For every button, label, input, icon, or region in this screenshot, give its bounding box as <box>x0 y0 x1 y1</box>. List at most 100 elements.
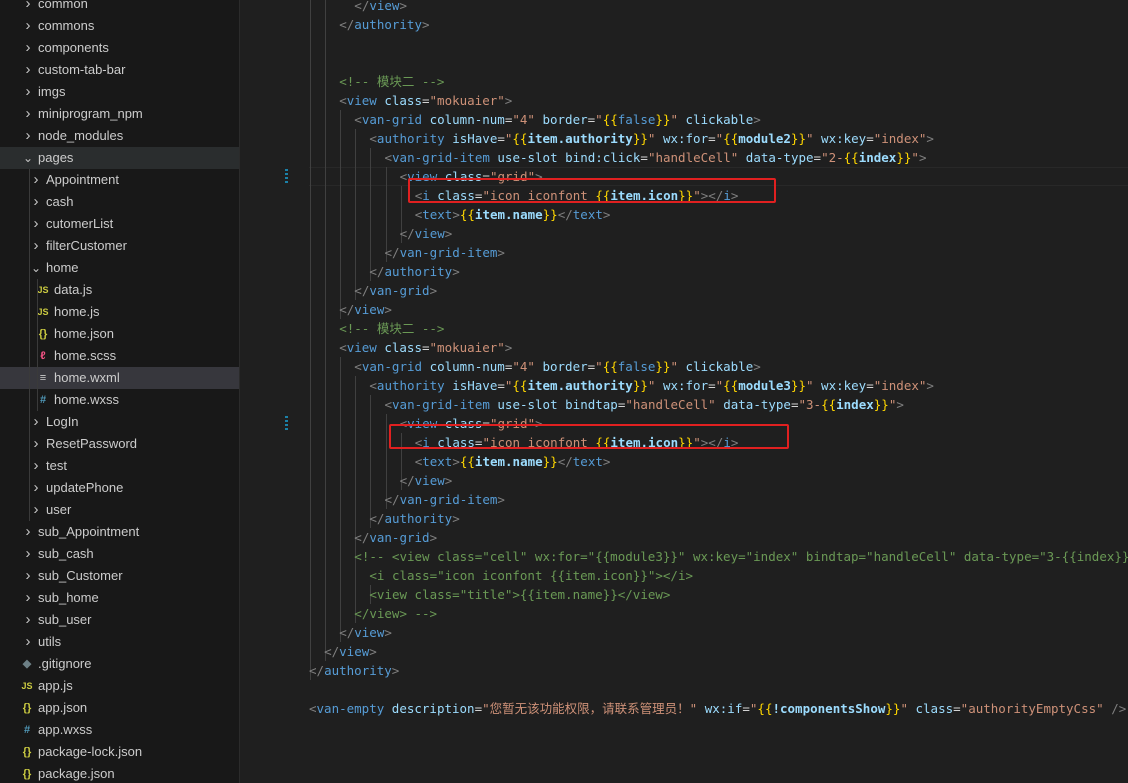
json-file-icon: {} <box>22 768 32 780</box>
tree-item-cash[interactable]: › cash <box>0 191 239 213</box>
tree-item-updatephone[interactable]: › updatePhone <box>0 477 239 499</box>
chevron-right-icon[interactable]: › <box>29 499 43 521</box>
chevron-right-icon[interactable]: › <box>21 609 35 631</box>
chevron-right-icon[interactable]: › <box>29 477 43 499</box>
tree-item-sub-customer[interactable]: › sub_Customer <box>0 565 239 587</box>
tree-item-node-modules[interactable]: › node_modules <box>0 125 239 147</box>
chevron-right-icon[interactable]: › <box>21 521 35 543</box>
tree-item-pages[interactable]: ⌄ pages <box>0 147 239 169</box>
tree-item-appointment[interactable]: › Appointment <box>0 169 239 191</box>
code-line[interactable]: </authority> <box>339 15 429 34</box>
tree-item-miniprogram-npm[interactable]: › miniprogram_npm <box>0 103 239 125</box>
code-line[interactable]: </view> <box>339 623 392 642</box>
code-line[interactable]: <van-grid-item use-slot bind:click="hand… <box>385 148 927 167</box>
chevron-right-icon[interactable]: › <box>21 587 35 609</box>
tree-item-package-json[interactable]: {} package.json <box>0 763 239 783</box>
chevron-right-icon[interactable]: › <box>21 0 35 15</box>
code-line[interactable]: </view> --> <box>354 604 437 623</box>
code-line[interactable]: <van-empty description="您暂无该功能权限，请联系管理员！… <box>309 699 1126 718</box>
tree-item-app-js[interactable]: JS app.js <box>0 675 239 697</box>
chevron-right-icon[interactable]: › <box>21 543 35 565</box>
code-line[interactable]: </view> <box>354 0 407 15</box>
tree-item-sub-appointment[interactable]: › sub_Appointment <box>0 521 239 543</box>
code-line[interactable]: </van-grid> <box>354 528 437 547</box>
chevron-right-icon[interactable]: › <box>29 411 43 433</box>
code-token: " <box>670 359 678 374</box>
chevron-right-icon[interactable]: › <box>21 103 35 125</box>
chevron-right-icon[interactable]: › <box>21 125 35 147</box>
tree-item-sub-cash[interactable]: › sub_cash <box>0 543 239 565</box>
chevron-right-icon[interactable]: › <box>29 455 43 477</box>
chevron-right-icon[interactable]: › <box>21 565 35 587</box>
chevron-down-icon[interactable]: ⌄ <box>21 147 35 169</box>
code-line[interactable]: </authority> <box>369 262 459 281</box>
chevron-right-icon[interactable]: › <box>29 191 43 213</box>
tree-item-custom-tab-bar[interactable]: › custom-tab-bar <box>0 59 239 81</box>
tree-item-sub-home[interactable]: › sub_home <box>0 587 239 609</box>
code-line[interactable]: <text>{{item.name}}</text> <box>415 452 611 471</box>
tree-item-common[interactable]: › common <box>0 0 239 15</box>
chevron-right-icon[interactable]: › <box>21 15 35 37</box>
chevron-right-icon[interactable]: › <box>29 169 43 191</box>
tree-item-app-json[interactable]: {} app.json <box>0 697 239 719</box>
tree-item-login[interactable]: › LogIn <box>0 411 239 433</box>
tree-item-gitignore[interactable]: ◆ .gitignore <box>0 653 239 675</box>
tree-item-home[interactable]: ⌄ home <box>0 257 239 279</box>
code-line[interactable]: </view> <box>400 224 453 243</box>
tree-item-components[interactable]: › components <box>0 37 239 59</box>
code-token: }} <box>632 378 648 393</box>
code-token: index <box>858 150 897 165</box>
code-line[interactable]: <i class="icon iconfont {{item.icon}}"><… <box>369 566 693 585</box>
tree-item-imgs[interactable]: › imgs <box>0 81 239 103</box>
code-line[interactable]: <van-grid-item use-slot bindtap="handleC… <box>385 395 904 414</box>
chevron-right-icon[interactable]: › <box>21 631 35 653</box>
tree-item-home-wxml[interactable]: ≡ home.wxml <box>0 367 239 389</box>
tree-item-package-lock-json[interactable]: {} package-lock.json <box>0 741 239 763</box>
code-token: data-type <box>723 397 791 412</box>
code-line[interactable]: <!-- 模块二 --> <box>339 72 444 91</box>
code-line[interactable]: <!-- <view class="cell" wx:for="{{module… <box>354 547 1128 566</box>
chevron-right-icon[interactable]: › <box>21 37 35 59</box>
code-editor[interactable]: </view> </authority> <!-- 模块二 --> <view cla… <box>240 0 1128 783</box>
code-line[interactable]: <view class="mokuaier"> <box>339 338 512 357</box>
line-number <box>240 186 282 205</box>
code-line[interactable]: <text>{{item.name}}</text> <box>415 205 611 224</box>
chevron-right-icon[interactable]: › <box>21 81 35 103</box>
chevron-down-icon[interactable]: ⌄ <box>29 257 43 279</box>
tree-item-app-wxss[interactable]: # app.wxss <box>0 719 239 741</box>
tree-item-data-js[interactable]: JS data.js <box>0 279 239 301</box>
code-token: <view class="title">{{item.name}}</view> <box>369 587 671 602</box>
code-line[interactable]: </van-grid> <box>354 281 437 300</box>
tree-item-home-wxss[interactable]: # home.wxss <box>0 389 239 411</box>
tree-item-utils[interactable]: › utils <box>0 631 239 653</box>
code-line[interactable]: <!-- 模块二 --> <box>339 319 444 338</box>
code-line[interactable]: </view> <box>324 642 377 661</box>
tree-item-home-scss[interactable]: ℓ home.scss <box>0 345 239 367</box>
chevron-right-icon[interactable]: › <box>29 213 43 235</box>
tree-item-home-js[interactable]: JS home.js <box>0 301 239 323</box>
code-line[interactable]: <authority isHave="{{item.authority}}" w… <box>369 376 934 395</box>
code-line[interactable]: </van-grid-item> <box>385 490 505 509</box>
code-line[interactable]: <authority isHave="{{item.authority}}" w… <box>369 129 934 148</box>
chevron-right-icon[interactable]: › <box>21 59 35 81</box>
code-line[interactable]: <view class="mokuaier"> <box>339 91 512 110</box>
tree-item-user[interactable]: › user <box>0 499 239 521</box>
code-line[interactable]: <view class="title">{{item.name}}</view> <box>369 585 670 604</box>
code-line[interactable]: <van-grid column-num="4" border="{{false… <box>354 110 761 129</box>
code-token: wx:if <box>704 701 743 716</box>
tree-item-filtercustomer[interactable]: › filterCustomer <box>0 235 239 257</box>
tree-item-cutomerlist[interactable]: › cutomerList <box>0 213 239 235</box>
code-line[interactable]: </view> <box>339 300 392 319</box>
tree-item-sub-user[interactable]: › sub_user <box>0 609 239 631</box>
code-line[interactable]: <van-grid column-num="4" border="{{false… <box>354 357 761 376</box>
tree-item-test[interactable]: › test <box>0 455 239 477</box>
chevron-right-icon[interactable]: › <box>29 235 43 257</box>
chevron-right-icon[interactable]: › <box>29 433 43 455</box>
tree-item-home-json[interactable]: {} home.json <box>0 323 239 345</box>
code-line[interactable]: </van-grid-item> <box>385 243 505 262</box>
tree-item-commons[interactable]: › commons <box>0 15 239 37</box>
tree-item-resetpassword[interactable]: › ResetPassword <box>0 433 239 455</box>
code-line[interactable]: </authority> <box>369 509 459 528</box>
code-line[interactable]: </authority> <box>309 661 399 680</box>
code-line[interactable]: </view> <box>400 471 453 490</box>
